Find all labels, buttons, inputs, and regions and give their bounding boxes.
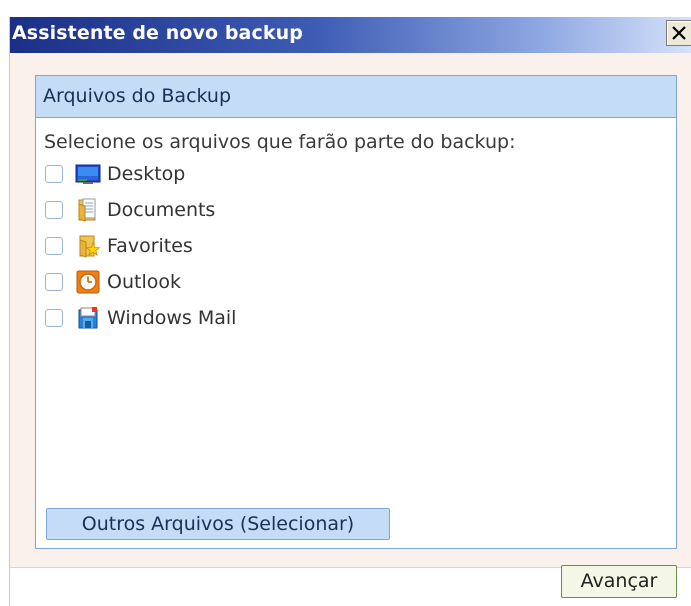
desktop-icon — [75, 162, 101, 186]
item-label-desktop: Desktop — [107, 163, 186, 185]
panel-title: Arquivos do Backup — [43, 85, 232, 107]
window-title: Assistente de novo backup — [12, 22, 303, 44]
next-button[interactable]: Avançar — [561, 565, 677, 598]
item-label-documents: Documents — [107, 199, 216, 221]
close-icon-glyph — [672, 26, 686, 40]
checkbox-outlook[interactable] — [45, 273, 63, 291]
instruction-text: Selecione os arquivos que farão parte do… — [44, 131, 516, 153]
checkbox-documents[interactable] — [45, 201, 63, 219]
next-button-label: Avançar — [580, 570, 658, 592]
other-files-button-label: Outros Arquivos (Selecionar) — [81, 513, 355, 535]
backup-files-panel: Arquivos do Backup Selecione os arquivos… — [35, 75, 677, 549]
checkbox-favorites[interactable] — [45, 237, 63, 255]
list-item-windows-mail[interactable]: Windows Mail — [45, 304, 445, 334]
list-item-desktop[interactable]: Desktop — [45, 160, 445, 190]
dialog-body: Arquivos do Backup Selecione os arquivos… — [10, 53, 691, 568]
close-icon — [667, 21, 691, 45]
checkbox-windows-mail[interactable] — [45, 309, 63, 327]
list-item-favorites[interactable]: Favorites — [45, 232, 445, 262]
list-item-outlook[interactable]: Outlook — [45, 268, 445, 298]
outlook-icon — [75, 270, 101, 294]
list-item-documents[interactable]: Documents — [45, 196, 445, 226]
panel-header: Arquivos do Backup — [36, 76, 676, 118]
favorites-folder-icon — [75, 234, 101, 258]
checkbox-desktop[interactable] — [45, 165, 63, 183]
backup-wizard-window: Assistente de novo backup Arquivos do Ba… — [9, 17, 691, 606]
documents-folder-icon — [75, 198, 101, 222]
other-files-button[interactable]: Outros Arquivos (Selecionar) — [46, 508, 390, 540]
item-label-outlook: Outlook — [107, 271, 181, 293]
item-label-favorites: Favorites — [107, 235, 193, 257]
close-button[interactable] — [666, 20, 691, 46]
title-bar[interactable]: Assistente de novo backup — [10, 17, 691, 53]
item-label-windows-mail: Windows Mail — [107, 307, 237, 329]
windows-mail-icon — [75, 306, 101, 330]
